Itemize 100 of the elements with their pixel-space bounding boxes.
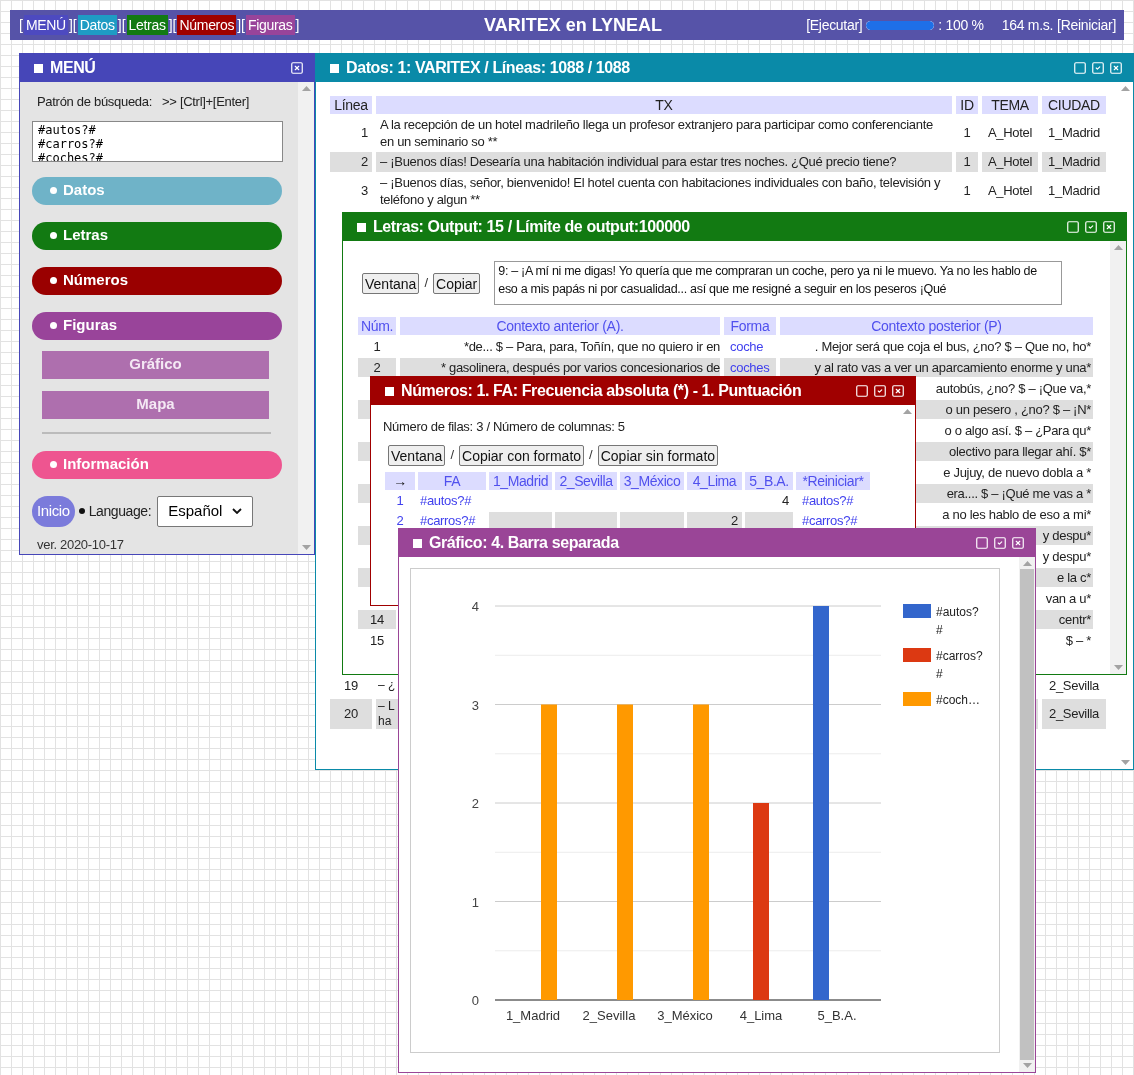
- table-cell-text: olectivo para llegar ahí. $*: [949, 443, 1092, 461]
- section-button[interactable]: Figuras: [32, 311, 282, 340]
- table-cell-text: 15: [369, 632, 385, 650]
- action-button[interactable]: Ventana: [362, 272, 420, 294]
- nav-tab[interactable]: Números: [177, 15, 237, 35]
- y-tick-label: 2: [471, 796, 479, 811]
- up-arrow-icon[interactable]: [902, 409, 912, 414]
- table-cell-text: autobús, ¿no? $ – ¡Que va,*: [935, 380, 1092, 398]
- close-icon[interactable]: [1011, 536, 1025, 550]
- reset-link[interactable]: [Reiniciar]: [1057, 14, 1116, 36]
- home-button[interactable]: Inicio: [32, 495, 75, 527]
- x-tick-label: 5_B.A.: [817, 1008, 857, 1023]
- table-cell: [745, 511, 793, 530]
- scrollbar[interactable]: [1019, 557, 1035, 1072]
- down-arrow-icon[interactable]: [1113, 665, 1123, 670]
- up-arrow-icon[interactable]: [1113, 245, 1123, 250]
- action-button[interactable]: Ventana: [388, 444, 446, 466]
- title-bar[interactable]: Datos: 1: VARITEX / Líneas: 1088 / 1088: [316, 54, 1133, 82]
- up-arrow-icon[interactable]: [301, 86, 311, 91]
- close-icon[interactable]: [891, 384, 905, 398]
- action-button[interactable]: Copiar con formato: [459, 444, 585, 466]
- text-area-field[interactable]: 9: – ¡A mí ni me digas! Yo quería que me compraran un coche, pero ya ni le muevo. Ya no les hablo de eso a mis papás ni por casualidad... así que me resigné a seguir en los peseros ¡Qué: [494, 261, 1063, 305]
- table-cell: A_Hotel: [982, 152, 1038, 172]
- table-cell-text: o un pesero , ¿no? $ – ¡N*: [945, 401, 1092, 419]
- table-cell-text: 1: [962, 124, 972, 143]
- time-text: 164 m.s.: [1001, 15, 1054, 35]
- nav-tab[interactable]: Letras: [126, 15, 168, 35]
- window-title: Letras: Output: 15 / Límite de output:100000: [373, 217, 691, 237]
- section-button[interactable]: Información: [32, 450, 282, 479]
- checkbox-icon[interactable]: [1091, 61, 1105, 75]
- maximize-icon[interactable]: [1073, 61, 1087, 75]
- table-cell: [489, 511, 552, 530]
- table-cell-text: 19: [343, 676, 359, 695]
- table-cell-text: 4: [781, 491, 790, 510]
- y-tick-label: 1: [471, 894, 479, 910]
- up-arrow-icon[interactable]: [1022, 561, 1032, 566]
- close-icon[interactable]: [1102, 220, 1116, 234]
- table-cell: 1_Madrid: [1042, 152, 1106, 172]
- table-cell-text: $ – *: [1065, 632, 1092, 650]
- title-bar[interactable]: Letras: Output: 15 / Límite de output:100000: [343, 213, 1126, 241]
- scrollbar[interactable]: [1110, 241, 1126, 674]
- section-button[interactable]: Letras: [32, 221, 282, 250]
- maximize-icon[interactable]: [855, 384, 869, 398]
- window-title: Datos: 1: VARITEX / Líneas: 1088 / 1088: [346, 58, 631, 78]
- column-header: Núm.: [358, 317, 396, 335]
- scroll-thumb[interactable]: [1020, 569, 1034, 1060]
- column-header: 5_B.A.: [745, 471, 793, 490]
- section-button[interactable]: Números: [32, 266, 282, 295]
- column-header: 1_Madrid: [489, 471, 552, 490]
- form-link[interactable]: coche: [724, 337, 776, 356]
- x-tick-label: 3_México: [657, 1008, 713, 1023]
- table-cell-text: – L ha: [378, 698, 396, 729]
- table-cell-text: 3: [360, 181, 369, 200]
- down-arrow-icon[interactable]: [1120, 760, 1130, 765]
- maximize-icon[interactable]: [975, 536, 989, 550]
- action-button[interactable]: Copiar: [433, 272, 481, 294]
- table-cell-text: 2: [395, 511, 405, 530]
- square-icon: [357, 222, 366, 232]
- table-cell: 14: [358, 610, 396, 629]
- maximize-icon[interactable]: [1066, 220, 1080, 234]
- table-cell-text: 2_Sevilla: [1047, 676, 1101, 695]
- checkbox-icon[interactable]: [1084, 220, 1098, 234]
- nav-tab[interactable]: Figuras: [245, 15, 295, 35]
- shortcut-hint: >> [Ctrl]+[Enter]: [162, 93, 250, 111]
- close-icon[interactable]: [290, 61, 304, 75]
- up-arrow-icon[interactable]: [1120, 86, 1130, 91]
- table-cell-text: A_Hotel: [986, 181, 1034, 200]
- action-button[interactable]: Copiar sin formato: [597, 444, 719, 466]
- column-header: Forma: [724, 317, 776, 335]
- table-cell-text: A la recepción de un hotel madrileño llega un profesor extranjero para participar como conferenciante en un seminario so **: [379, 116, 934, 150]
- table-cell-text: a no les hablo de eso a mi*: [942, 506, 1092, 524]
- down-arrow-icon[interactable]: [301, 545, 311, 550]
- table-cell-text: . Mejor será que coja el bus, ¿no? $ – Que no, ho*: [814, 338, 1092, 356]
- run-link[interactable]: [Ejecutar]: [806, 14, 863, 36]
- column-header: CIUDAD: [1042, 96, 1106, 114]
- title-bar[interactable]: MENÚ: [20, 54, 314, 82]
- table-cell-text: #autos?#: [801, 491, 855, 510]
- column-header: →: [385, 471, 415, 490]
- title-bar[interactable]: Gráfico: 4. Barra separada: [399, 529, 1035, 557]
- close-icon[interactable]: [1109, 61, 1123, 75]
- language-select[interactable]: Español: [157, 495, 254, 527]
- language-label: Language:: [88, 501, 152, 521]
- column-header: Línea: [330, 96, 372, 114]
- square-icon: [330, 63, 339, 73]
- y-tick-label: 0: [471, 993, 479, 1008]
- bracket-text: ][: [67, 15, 78, 35]
- table-cell-text: centr*: [1058, 611, 1092, 629]
- table-cell-text: 1_Madrid: [1047, 181, 1101, 200]
- checkbox-icon[interactable]: [873, 384, 887, 398]
- down-arrow-icon[interactable]: [1022, 1063, 1032, 1068]
- checkbox-icon[interactable]: [993, 536, 1007, 550]
- scrollbar[interactable]: [298, 82, 314, 554]
- legend-label: #carros?#: [936, 648, 984, 683]
- table-cell: 20: [330, 698, 372, 729]
- column-header: TEMA: [982, 96, 1038, 114]
- title-bar[interactable]: Números: 1. FA: Frecuencia absoluta (*) - 1. Puntuación: [371, 377, 915, 405]
- table-cell-text: A_Hotel: [986, 124, 1034, 143]
- table-cell-text: #autos?#: [419, 491, 473, 510]
- nav-tab[interactable]: MENÚ: [23, 15, 68, 35]
- column-header: 3_México: [620, 471, 684, 490]
